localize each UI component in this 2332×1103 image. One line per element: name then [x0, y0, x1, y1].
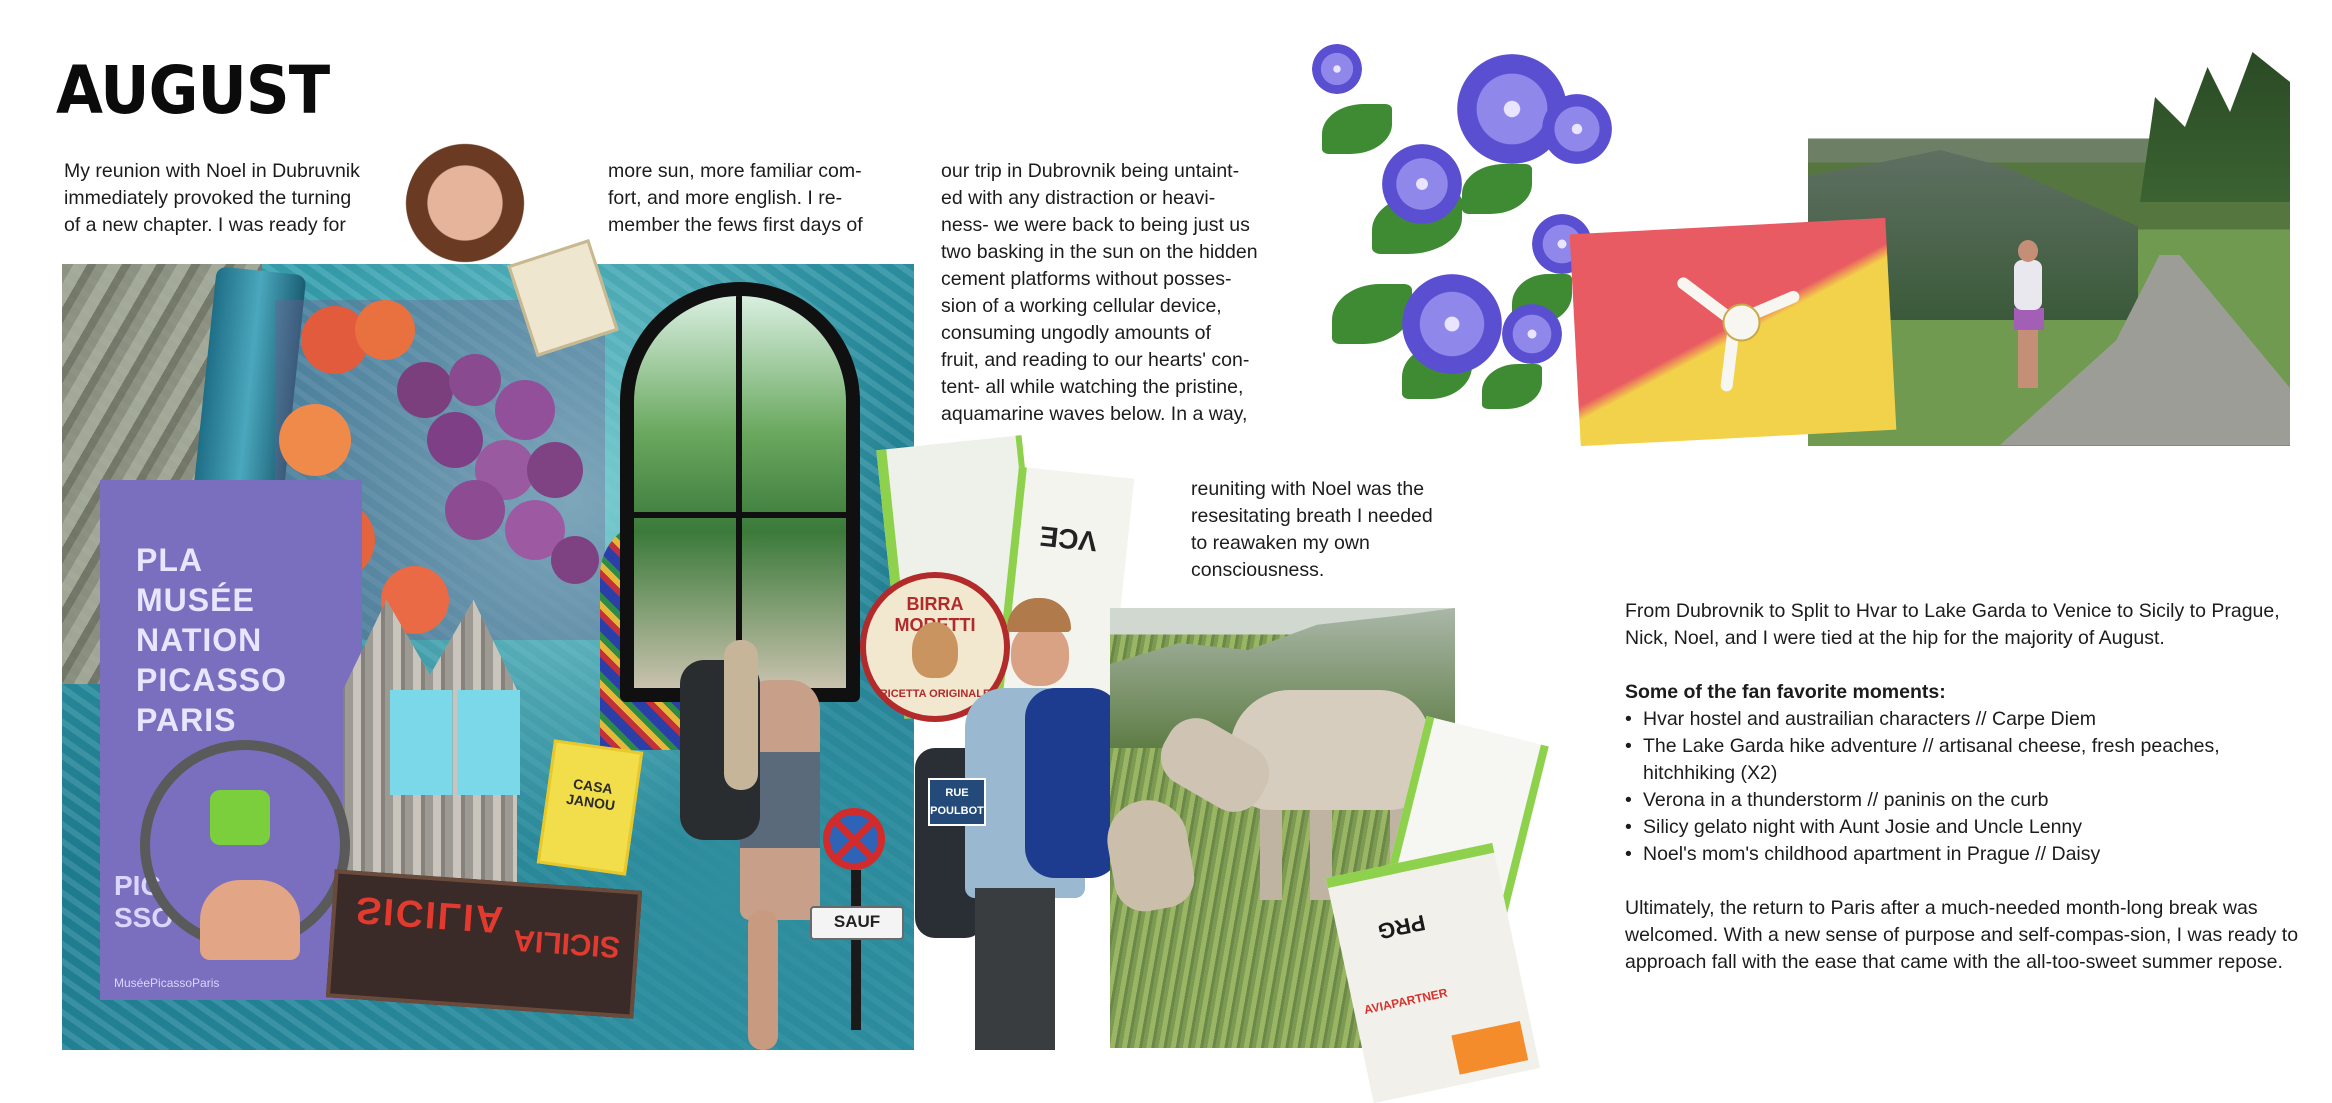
list-item: Verona in a thunderstorm // paninis on t… — [1625, 787, 2305, 814]
page-title: AUGUST — [56, 52, 330, 129]
summary-intro: From Dubrovnik to Split to Hvar to Lake … — [1625, 600, 2280, 649]
no-parking-sign-icon — [823, 808, 885, 898]
trinacria-icon — [1674, 263, 1802, 393]
crate-label: SICILIA — [354, 888, 507, 941]
poster-footer-text: MuséePicassoParis — [114, 976, 220, 990]
body-text-col3: our trip in Dubrovnik being untaint- ed … — [941, 160, 1258, 425]
body-text-col2: more sun, more familiar com- fort, and m… — [608, 160, 863, 236]
casa-card: CASA JANOU — [536, 739, 644, 876]
smiling-girl-photo — [405, 140, 525, 280]
summary-closing: Ultimately, the return to Paris after a … — [1625, 897, 2299, 973]
arched-window-photo — [620, 282, 860, 702]
favorites-list: Hvar hostel and austrailian characters /… — [1625, 706, 2305, 868]
list-item: Hvar hostel and austrailian characters /… — [1625, 706, 2305, 733]
list-item: Noel's mom's childhood apartment in Prag… — [1625, 841, 2305, 868]
boarding-passes-photo: PRG AVIAPARTNER — [1325, 716, 1549, 1103]
sicilia-crate: SICILIA SICILIA — [325, 869, 643, 1019]
rue-poulbot-sign: RUE POULBOT — [928, 778, 986, 826]
ticket-prg: PRG — [1375, 909, 1428, 945]
body-text-col4: reuniting with Noel was the resesitating… — [1191, 478, 1433, 581]
sicily-flag-photo — [1569, 217, 1897, 447]
aviapartner-label: AVIAPARTNER — [1362, 985, 1449, 1017]
shirts-photo — [390, 690, 520, 795]
hand-photo — [200, 880, 300, 960]
runner-photo — [2008, 240, 2048, 390]
crate-label-2: SICILIA — [512, 923, 622, 964]
summary-sidebar: From Dubrovnik to Split to Hvar to Lake … — [1625, 598, 2305, 976]
favorites-heading: Some of the fan favorite moments: — [1625, 681, 1946, 703]
list-item: The Lake Garda hike adventure // artisan… — [1625, 733, 2305, 787]
list-item: Silicy gelato night with Aunt Josie and … — [1625, 814, 2305, 841]
ticket-code: VCE — [1038, 520, 1099, 558]
poster-top-text: PLA MUSÉE NATION PICASSO PARIS — [136, 542, 288, 738]
sauf-sign: SAUF — [810, 906, 904, 940]
backpacker-girl-photo — [680, 640, 830, 1050]
body-text-col1: My reunion with Noel in Dubruvnik immedi… — [64, 160, 360, 236]
